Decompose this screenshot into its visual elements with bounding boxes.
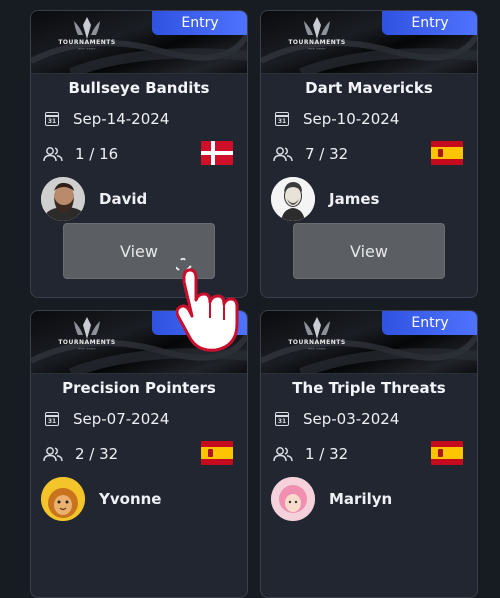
- users-icon: [273, 447, 293, 462]
- date-row: 31 Sep-07-2024: [45, 410, 169, 428]
- date-row: 31 Sep-03-2024: [275, 410, 399, 428]
- users-icon: [43, 147, 63, 162]
- tournament-date: Sep-07-2024: [73, 410, 170, 428]
- players-row: 1 / 16: [43, 145, 118, 163]
- host-row: James: [271, 177, 379, 221]
- host-row: David: [41, 177, 147, 221]
- sketch-man-avatar-icon[interactable]: [271, 177, 315, 221]
- tournament-card: TOURNAMENTS ━━━ ━━━━ Entry Dart Maverick…: [260, 10, 478, 298]
- calendar-icon: 31: [45, 112, 59, 126]
- host-name: David: [99, 190, 148, 208]
- tournament-title: Bullseye Bandits: [68, 79, 210, 97]
- host-row: Marilyn: [271, 477, 392, 521]
- tournament-date: Sep-10-2024: [303, 110, 400, 128]
- date-row: 31 Sep-14-2024: [45, 110, 169, 128]
- pink-hair-avatar-icon[interactable]: [271, 477, 315, 521]
- denmark-flag-icon: [201, 141, 233, 165]
- player-count: 2 / 32: [75, 445, 119, 463]
- host-row: Yvonne: [41, 477, 161, 521]
- users-icon: [43, 447, 63, 462]
- tournament-card: TOURNAMENTS ━━━ ━━━━ Entry The Triple Th…: [260, 310, 478, 598]
- players-row: 1 / 32: [273, 445, 348, 463]
- players-row: 7 / 32: [273, 145, 348, 163]
- tournament-date: Sep-03-2024: [303, 410, 400, 428]
- tournament-title: Precision Pointers: [62, 379, 216, 397]
- entry-badge[interactable]: Entry: [382, 311, 477, 335]
- tournament-logo: TOURNAMENTS ━━━ ━━━━: [53, 315, 121, 367]
- tournament-title: Dart Mavericks: [305, 79, 433, 97]
- lion-avatar-icon[interactable]: [41, 477, 85, 521]
- calendar-icon: 31: [45, 412, 59, 426]
- tournament-title: The Triple Threats: [292, 379, 446, 397]
- spain-flag-icon: [431, 441, 463, 465]
- player-count: 1 / 16: [75, 145, 119, 163]
- calendar-icon: 31: [275, 112, 289, 126]
- calendar-icon: 31: [275, 412, 289, 426]
- tournament-logo: TOURNAMENTS ━━━ ━━━━: [53, 15, 121, 67]
- entry-badge[interactable]: Entry: [152, 11, 247, 35]
- pointer-hand-icon: [176, 258, 239, 352]
- players-row: 2 / 32: [43, 445, 118, 463]
- tournament-date: Sep-14-2024: [73, 110, 170, 128]
- bearded-man-avatar-icon[interactable]: [41, 177, 85, 221]
- tournament-logo: TOURNAMENTS ━━━ ━━━━: [283, 15, 351, 67]
- player-count: 7 / 32: [305, 145, 349, 163]
- spain-flag-icon: [431, 141, 463, 165]
- player-count: 1 / 32: [305, 445, 349, 463]
- users-icon: [273, 147, 293, 162]
- host-name: James: [329, 190, 380, 208]
- view-button[interactable]: View: [293, 223, 445, 279]
- tournament-card: TOURNAMENTS ━━━ ━━━━ Entry Bullseye Band…: [30, 10, 248, 298]
- entry-badge[interactable]: Entry: [382, 11, 477, 35]
- tournament-logo: TOURNAMENTS ━━━ ━━━━: [283, 315, 351, 367]
- date-row: 31 Sep-10-2024: [275, 110, 399, 128]
- host-name: Yvonne: [99, 490, 162, 508]
- host-name: Marilyn: [329, 490, 393, 508]
- spain-flag-icon: [201, 441, 233, 465]
